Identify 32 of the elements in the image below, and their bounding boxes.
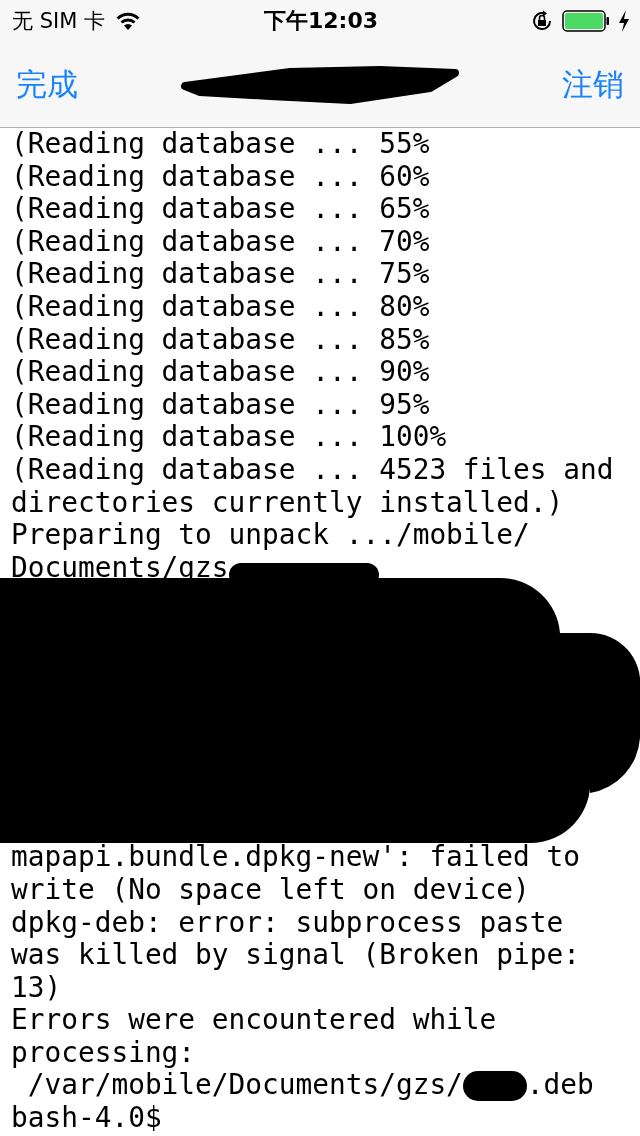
terminal-line: Preparing to unpack .../mobile/ — [11, 519, 531, 552]
terminal-line: mapapi.bundle.dpkg-new': failed to — [11, 841, 581, 874]
terminal-line: .deb — [526, 1069, 594, 1103]
carrier-label: 无 SIM 卡 — [12, 8, 105, 35]
terminal-line: processing: — [11, 1036, 197, 1070]
terminal-line: (Reading database ... 75% — [11, 258, 431, 291]
wifi-icon — [115, 11, 141, 31]
terminal-line: (Reading database ... 4523 files and — [11, 453, 615, 487]
terminal-line: Documents/gzs — [11, 551, 229, 585]
terminal-line: dpkg-deb: error: subprocess paste — [11, 906, 565, 940]
terminal-line: (Reading database ... 100% — [11, 421, 448, 454]
terminal-line: directories currently installed.) — [11, 486, 565, 520]
rotation-lock-icon — [530, 9, 554, 33]
terminal-line: (Reading database ... 85% — [11, 323, 431, 357]
terminal-line: write (No space left on device) — [11, 873, 531, 907]
terminal-line: (Reading database ... 80% — [11, 290, 431, 324]
terminal-line: (Reading database ... 60% — [11, 160, 431, 194]
terminal-line: bash-4.0$ — [11, 1102, 163, 1135]
terminal-line: (Reading database ... 65% — [11, 193, 431, 226]
terminal-line: (Reading database ... 70% — [11, 225, 431, 259]
terminal-line: (Reading database ... 95% — [11, 388, 431, 422]
terminal-line: (Reading database ... 90% — [11, 356, 431, 389]
terminal-line: /var/mobile/Documents/gzs/ — [26, 1069, 463, 1103]
redaction-mark — [462, 1070, 527, 1101]
logout-button[interactable]: 注销 — [562, 63, 624, 106]
terminal-line: (Reading database ... 55% — [11, 128, 431, 161]
terminal-line: was killed by signal (Broken pipe: — [11, 939, 581, 972]
status-time: 下午12:03 — [264, 7, 378, 35]
done-button[interactable]: 完成 — [16, 63, 78, 106]
terminal-line: 13) — [11, 971, 63, 1005]
battery-icon — [562, 10, 610, 32]
terminal-line: Errors were encountered while — [11, 1004, 498, 1037]
